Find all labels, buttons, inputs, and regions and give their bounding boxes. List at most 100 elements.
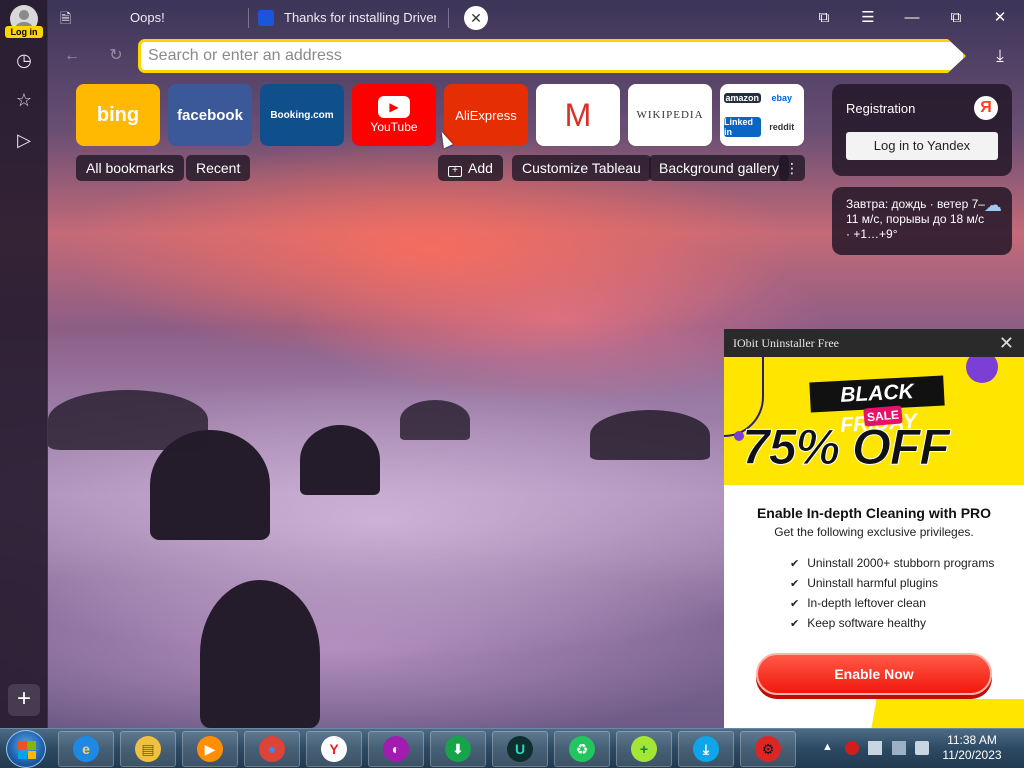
- history-icon[interactable]: ◷: [14, 50, 34, 70]
- network-icon[interactable]: [892, 741, 906, 755]
- close-tab-button[interactable]: ✕: [464, 6, 488, 30]
- taskbar-item[interactable]: ▤: [120, 731, 176, 767]
- clock-date: 11/20/2023: [942, 748, 1002, 762]
- popup-window-title: IObit Uninstaller Free: [733, 336, 839, 350]
- volume-muted-icon[interactable]: [915, 741, 929, 755]
- popup-headline: Enable In-depth Cleaning with PRO: [756, 505, 992, 521]
- tile-facebook-label: facebook: [177, 106, 243, 124]
- page-icon: 🗎: [60, 10, 72, 26]
- install-app-icon: ⤓: [693, 736, 719, 762]
- all-bookmarks-button[interactable]: All bookmarks: [76, 155, 184, 181]
- add-sidebar-panel-button[interactable]: +: [8, 684, 40, 716]
- taskbar-item[interactable]: ⚙: [740, 731, 796, 767]
- tab-divider: [248, 8, 249, 28]
- registration-card: Registration Я Log in to Yandex: [832, 84, 1012, 176]
- address-bar[interactable]: [138, 39, 966, 73]
- taskbar-item[interactable]: ⬇: [430, 731, 486, 767]
- tab-oops[interactable]: Oops!: [130, 8, 240, 28]
- weather-text: Завтра: дождь · ветер 7–11 м/с, порывы д…: [846, 197, 985, 241]
- enable-now-button[interactable]: Enable Now: [756, 653, 992, 695]
- mini-tile-ebay[interactable]: ebay: [763, 93, 800, 104]
- customize-tableau-button[interactable]: Customize Tableau: [512, 155, 651, 181]
- tile-bing[interactable]: bing: [76, 84, 160, 146]
- tile-facebook[interactable]: facebook: [168, 84, 252, 146]
- tab-bar: 🗎 Oops! Thanks for installing Driver ✕ ⧉…: [48, 0, 1024, 36]
- media-player-icon: ▶: [197, 736, 223, 762]
- taskbar-item[interactable]: ⤓: [678, 731, 734, 767]
- tile-youtube[interactable]: ▶ YouTube: [352, 84, 436, 146]
- recent-button[interactable]: Recent: [186, 155, 251, 181]
- tile-booking-label: Booking.com: [270, 109, 334, 121]
- add-box-icon: +: [448, 166, 462, 177]
- background-gallery-button[interactable]: Background gallery: [649, 155, 789, 181]
- weather-card[interactable]: Завтра: дождь · ветер 7–11 м/с, порывы д…: [832, 187, 1012, 255]
- black-friday-banner: BLACK FRIDAY SALE 75% OFF: [724, 357, 1024, 485]
- collections-icon[interactable]: ⧉: [814, 8, 834, 28]
- mountain-silhouette: [300, 425, 380, 495]
- restore-button[interactable]: ⧉: [946, 8, 966, 28]
- iobit-tray-icon[interactable]: [845, 741, 859, 755]
- add-tile-label: Add: [468, 160, 493, 176]
- iobit-app-icon: ◐: [383, 736, 409, 762]
- tile-booking[interactable]: Booking.com: [260, 84, 344, 146]
- popup-close-button[interactable]: ✕: [999, 329, 1014, 357]
- back-button[interactable]: ←: [62, 46, 82, 66]
- feature-item: Keep software healthy: [790, 613, 994, 633]
- windows-logo-icon: [18, 741, 36, 759]
- close-window-button[interactable]: ✕: [990, 8, 1010, 28]
- iobit-popup: IObit Uninstaller Free ✕ BLACK FRIDAY SA…: [724, 329, 1024, 728]
- popup-subtitle: Get the following exclusive privileges.: [774, 525, 974, 539]
- mini-tile-reddit[interactable]: reddit: [763, 121, 800, 132]
- tab-thanks-driver[interactable]: Thanks for installing Driver: [284, 8, 436, 28]
- tile-aliexpress[interactable]: AliExpress: [444, 84, 528, 146]
- start-button[interactable]: [6, 730, 46, 768]
- refresh-app-icon: ♻: [569, 736, 595, 762]
- ie-icon: e: [73, 736, 99, 762]
- youtube-play-icon: ▶: [378, 96, 410, 118]
- mini-tile-linkedin[interactable]: Linked in: [724, 116, 761, 137]
- clock-time: 11:38 AM: [947, 733, 997, 747]
- taskbar-item[interactable]: ●: [244, 731, 300, 767]
- taskbar-item[interactable]: Y: [306, 731, 362, 767]
- windows-taskbar: e ▤ ▶ ● Y ◐ ⬇ U ♻ + ⤓ ⚙ ▲ 11:38 AM 11/20/2023: [0, 728, 1024, 768]
- mountain-silhouette: [200, 580, 320, 728]
- tile-aliexpress-label: AliExpress: [455, 107, 517, 123]
- menu-icon[interactable]: ☰: [858, 8, 878, 28]
- bookmarks-star-icon[interactable]: ☆: [14, 90, 34, 110]
- taskbar-item[interactable]: ♻: [554, 731, 610, 767]
- mini-tile-amazon[interactable]: amazon: [724, 93, 761, 104]
- taskbar-item[interactable]: ▶: [182, 731, 238, 767]
- login-yandex-button[interactable]: Log in to Yandex: [846, 132, 998, 160]
- add-tile-button[interactable]: + Add: [438, 155, 503, 181]
- tile-group[interactable]: amazon ebay Linked in reddit: [720, 84, 804, 146]
- popup-titlebar: IObit Uninstaller Free ✕: [724, 329, 1024, 357]
- banner-discount-text: 75% OFF: [742, 419, 951, 475]
- popup-footer-decoration: [724, 699, 1024, 728]
- add-app-icon: +: [631, 736, 657, 762]
- reload-button[interactable]: ↻: [106, 46, 126, 66]
- mountain-silhouette: [590, 410, 710, 460]
- taskbar-item[interactable]: ◐: [368, 731, 424, 767]
- taskbar-item[interactable]: e: [58, 731, 114, 767]
- taskbar-item[interactable]: U: [492, 731, 548, 767]
- system-clock[interactable]: 11:38 AM 11/20/2023: [936, 733, 1008, 763]
- rain-cloud-icon: ☁: [984, 195, 1002, 215]
- more-options-button[interactable]: ⋮: [779, 155, 805, 181]
- taskbar-item[interactable]: +: [616, 731, 672, 767]
- mountain-silhouette: [48, 390, 208, 450]
- tab-divider: [448, 8, 449, 28]
- minimize-button[interactable]: —: [902, 8, 922, 28]
- tile-gmail[interactable]: M: [536, 84, 620, 146]
- address-input[interactable]: [141, 42, 921, 70]
- tile-wikipedia[interactable]: Wikipedia: [628, 84, 712, 146]
- downloader-icon: ⬇: [445, 736, 471, 762]
- download-icon[interactable]: ⤓: [990, 46, 1010, 68]
- play-icon[interactable]: ▷: [14, 130, 34, 150]
- registration-title: Registration: [846, 101, 916, 116]
- action-center-flag-icon[interactable]: [868, 741, 882, 755]
- mountain-silhouette: [400, 400, 470, 440]
- chrome-icon: ●: [259, 736, 285, 762]
- login-badge[interactable]: Log in: [5, 26, 43, 38]
- feature-list: Uninstall 2000+ stubborn programs Uninst…: [790, 553, 994, 633]
- show-hidden-icons-button[interactable]: ▲: [822, 741, 833, 753]
